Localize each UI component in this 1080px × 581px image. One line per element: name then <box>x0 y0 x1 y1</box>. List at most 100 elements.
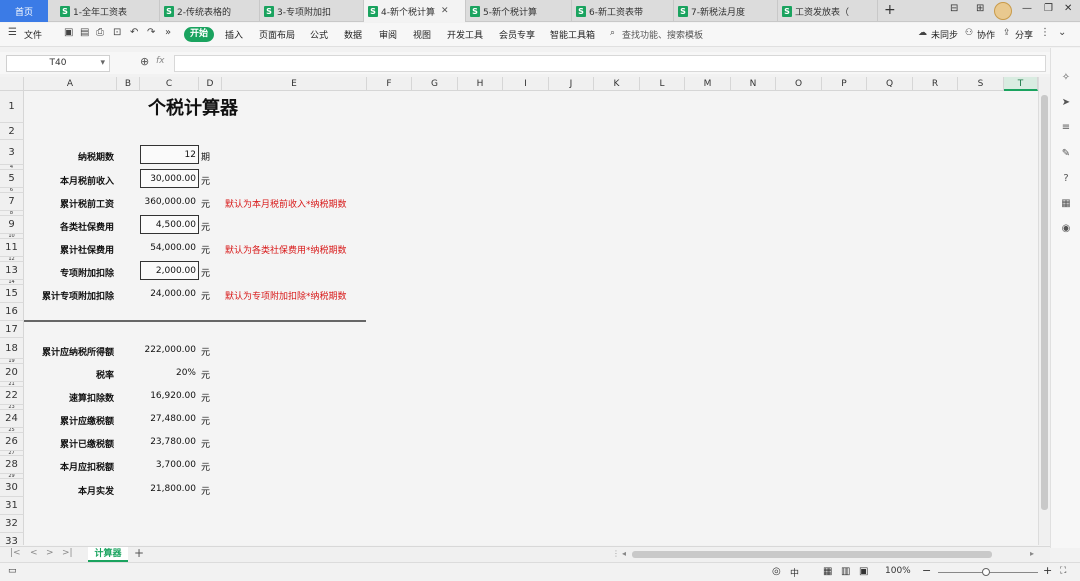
col-header-L[interactable]: L <box>640 77 685 91</box>
restore-icon[interactable]: ❐ <box>1044 3 1053 14</box>
row-header[interactable]: 18 <box>0 338 24 359</box>
normal-view-icon[interactable]: ▦ <box>823 566 832 577</box>
home-tab[interactable]: 首页 <box>0 0 48 22</box>
col-header-S[interactable]: S <box>958 77 1004 91</box>
eye-protection-icon[interactable]: ◎ <box>772 566 781 577</box>
close-window-icon[interactable]: ✕ <box>1064 3 1072 14</box>
collab-button[interactable]: 协作 <box>977 28 995 41</box>
col-header-I[interactable]: I <box>503 77 549 91</box>
tab-page-layout[interactable]: 页面布局 <box>259 28 295 41</box>
col-header-P[interactable]: P <box>822 77 867 91</box>
doc-tab-6[interactable]: S 6-新工资表带 <box>572 0 674 22</box>
prev-sheet-icon[interactable]: < <box>30 548 38 558</box>
row-header[interactable]: 20 <box>0 364 24 382</box>
hamburger-menu-icon[interactable]: ☰ <box>8 27 17 38</box>
print-icon[interactable]: ⎙ <box>96 27 104 38</box>
col-header-M[interactable]: M <box>685 77 731 91</box>
help-icon[interactable]: ? <box>1060 173 1072 185</box>
doc-tab-7[interactable]: S 7-新税法月度 <box>674 0 778 22</box>
col-header-O[interactable]: O <box>776 77 822 91</box>
settings-sliders-icon[interactable]: ≡ <box>1060 122 1072 134</box>
print-preview-icon[interactable]: ⊡ <box>113 27 121 38</box>
col-header-F[interactable]: F <box>367 77 412 91</box>
col-header-K[interactable]: K <box>594 77 640 91</box>
search-input[interactable]: 查找功能、搜索模板 <box>622 28 703 41</box>
redo-icon[interactable]: ↷ <box>147 27 155 38</box>
export-pdf-icon[interactable]: ▤ <box>80 27 89 38</box>
doc-tab-3[interactable]: S 3-专项附加扣 <box>260 0 364 22</box>
layout-icon[interactable]: ⊟ <box>950 3 958 14</box>
sheet-tab-calculator[interactable]: 计算器 <box>88 547 128 562</box>
row-header[interactable]: 16 <box>0 303 24 321</box>
spreadsheet-grid[interactable]: A B C D E F G H I J K L M N O P Q R S T … <box>0 77 1038 545</box>
col-header-D[interactable]: D <box>199 77 222 91</box>
col-header-E[interactable]: E <box>222 77 367 91</box>
col-header-Q[interactable]: Q <box>867 77 913 91</box>
select-all-corner[interactable] <box>0 77 24 91</box>
page-layout-view-icon[interactable]: ▥ <box>841 566 850 577</box>
undo-icon[interactable]: ↶ <box>130 27 138 38</box>
more-chevron-icon[interactable]: » <box>165 27 171 38</box>
collapse-ribbon-icon[interactable]: ⌄ <box>1058 27 1066 38</box>
col-header-J[interactable]: J <box>549 77 594 91</box>
row-header[interactable]: 32 <box>0 515 24 533</box>
row-header[interactable]: 31 <box>0 497 24 515</box>
more-options-icon[interactable]: ⋮ <box>1040 27 1050 38</box>
zoom-in-icon[interactable]: + <box>1043 564 1052 577</box>
grid-apps-icon[interactable]: ⊞ <box>976 3 984 14</box>
col-header-B[interactable]: B <box>117 77 140 91</box>
tab-start[interactable]: 开始 <box>184 27 214 42</box>
save-icon[interactable]: ▣ <box>64 27 73 38</box>
row-header[interactable]: 15 <box>0 285 24 303</box>
location-icon[interactable]: ◉ <box>1060 223 1072 235</box>
file-menu[interactable]: 文件 <box>24 28 42 41</box>
tab-developer[interactable]: 开发工具 <box>447 28 483 41</box>
page-break-view-icon[interactable]: ▣ <box>859 566 868 577</box>
row-header[interactable]: 28 <box>0 456 24 474</box>
col-header-T[interactable]: T <box>1004 77 1038 91</box>
fx-icon[interactable]: fx <box>156 56 165 66</box>
tab-member[interactable]: 会员专享 <box>499 28 535 41</box>
col-header-A[interactable]: A <box>24 77 117 91</box>
last-sheet-icon[interactable]: >| <box>62 548 73 558</box>
formula-input[interactable] <box>174 55 1046 72</box>
row-header[interactable]: 2 <box>0 123 24 140</box>
zoom-out-icon[interactable]: − <box>922 564 931 577</box>
add-sheet-icon[interactable]: + <box>134 546 144 560</box>
doc-tab-2[interactable]: S 2-传统表格的 <box>160 0 260 22</box>
col-header-G[interactable]: G <box>412 77 458 91</box>
image-icon[interactable]: ▦ <box>1060 198 1072 210</box>
sync-button[interactable]: 未同步 <box>931 28 958 41</box>
input-method-icon[interactable]: 中 <box>790 566 799 579</box>
row-header[interactable]: 5 <box>0 170 24 188</box>
doc-tab-8[interactable]: S 工资发放表（ <box>778 0 878 22</box>
scroll-left-icon[interactable]: ◂ <box>622 549 626 558</box>
pointer-icon[interactable]: ➤ <box>1060 97 1072 109</box>
doc-tab-1[interactable]: S 1-全年工资表 <box>56 0 160 22</box>
zoom-search-icon[interactable]: ⊕ <box>140 55 149 68</box>
edit-icon[interactable]: ✎ <box>1060 148 1072 160</box>
row-header[interactable]: 7 <box>0 193 24 211</box>
row-header[interactable]: 9 <box>0 216 24 234</box>
tab-formula[interactable]: 公式 <box>310 28 328 41</box>
zoom-level[interactable]: 100% <box>885 566 911 576</box>
tab-review[interactable]: 审阅 <box>379 28 397 41</box>
row-header[interactable]: 11 <box>0 239 24 257</box>
fullscreen-icon[interactable]: ⛶ <box>1060 566 1066 576</box>
new-tab-icon[interactable]: + <box>884 2 896 18</box>
split-handle-icon[interactable]: ⋮ <box>612 549 620 558</box>
close-tab-icon[interactable]: ✕ <box>441 6 449 16</box>
macro-record-icon[interactable]: ▭ <box>8 566 17 576</box>
avatar[interactable] <box>994 2 1012 20</box>
horizontal-scrollbar[interactable] <box>632 551 992 558</box>
row-header[interactable]: 33 <box>0 533 24 545</box>
row-header[interactable]: 26 <box>0 433 24 451</box>
scroll-right-icon[interactable]: ▸ <box>1030 549 1034 558</box>
col-header-C[interactable]: C <box>140 77 199 91</box>
vertical-scrollbar[interactable] <box>1038 77 1050 545</box>
dropdown-arrow-icon[interactable]: ▾ <box>100 56 105 71</box>
row-header[interactable]: 1 <box>0 91 24 123</box>
col-header-R[interactable]: R <box>913 77 958 91</box>
magic-icon[interactable]: ✧ <box>1060 72 1072 84</box>
tab-smart-tools[interactable]: 智能工具箱 <box>550 28 595 41</box>
